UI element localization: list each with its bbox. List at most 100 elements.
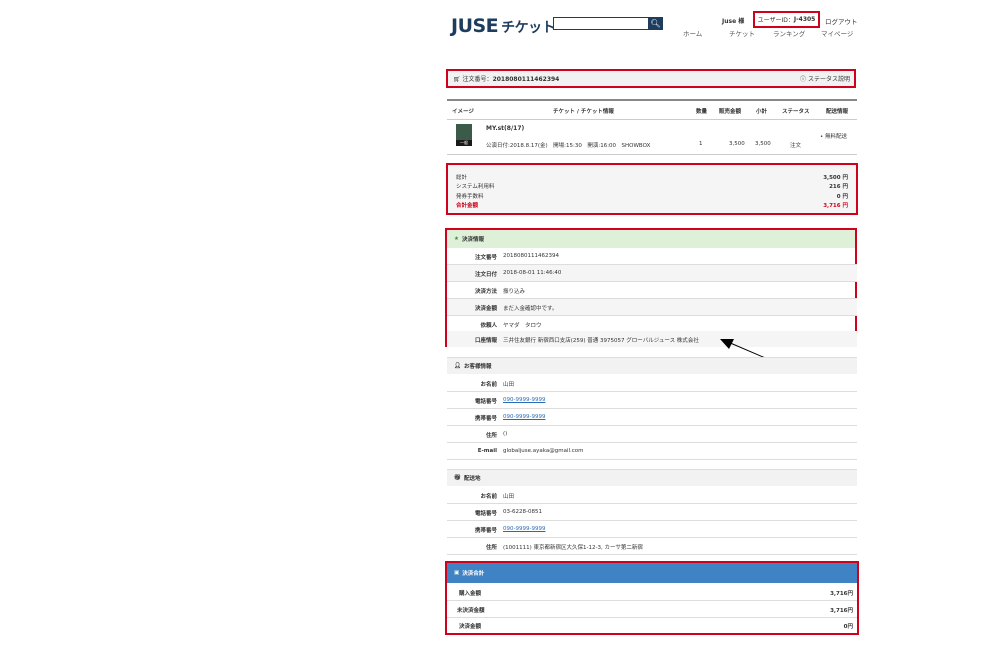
user-id-label: ユーザーID：: [757, 17, 794, 24]
row-value: まだ入金確認中です。: [503, 306, 558, 312]
payment-total-title: 決済合計: [462, 571, 485, 577]
ticket-fee-label: 発券手数料: [456, 194, 484, 200]
total-row: 総計 3,500 円: [456, 173, 848, 181]
row-value: 山田: [503, 494, 515, 500]
row-key: 携帯番号: [474, 416, 497, 422]
row-key: 決済金額: [474, 306, 497, 312]
delivery-row: 住所 (1001111) 東京都新宿区大久保1-12-3, カーサ第二新宿: [447, 538, 857, 555]
nav-mypage[interactable]: マイページ: [821, 28, 853, 38]
person-icon: 👤︎: [454, 363, 461, 369]
payment-row: 決済金額 まだ入金確認中です。: [447, 299, 857, 316]
ticket-fee-row: 発券手数料 0 円: [456, 192, 848, 200]
col-image: イメージ: [452, 109, 474, 115]
nav-ticket[interactable]: チケット: [729, 28, 755, 38]
magnifier-icon: 🔍︎: [650, 19, 661, 28]
nav-home[interactable]: ホーム: [683, 28, 702, 38]
row-key: 注文番号: [474, 255, 497, 261]
gift-icon: 🎁︎: [454, 475, 461, 481]
row-key: 電話番号: [474, 399, 497, 405]
total-label: 総計: [456, 175, 468, 181]
col-price: 販売金額: [719, 109, 742, 115]
payment-info-header: ★ 決済情報: [447, 230, 855, 248]
col-ticket: チケット / チケット情報: [553, 109, 614, 115]
row-value: (): [503, 431, 508, 437]
payment-row: 決済方法 振り込み: [447, 282, 857, 299]
row-value: 山田: [503, 382, 515, 388]
customer-row: 携帯番号 090-9999-9999: [447, 409, 857, 426]
logo-main: JUSE: [451, 15, 499, 37]
delivery-row: お名前 山田: [447, 487, 857, 504]
item-qty: 1: [699, 141, 703, 147]
payment-total-section: ▣ 決済合計 購入金額 3,716円 未決済金額 3,716円 決済金額 0円: [445, 561, 859, 635]
nav-ranking[interactable]: ランキング: [773, 28, 805, 38]
row-value: 3,716円: [830, 608, 853, 614]
order-item-row: 一般 MY.st(8/17) 公演日付:2018.8.17(金) 開場:15:3…: [447, 118, 857, 155]
item-title[interactable]: MY.st(8/17): [486, 125, 524, 132]
row-key: 携帯番号: [474, 528, 497, 534]
row-key: 注文日付: [474, 272, 497, 278]
row-value: (1001111) 東京都新宿区大久保1-12-3, カーサ第二新宿: [503, 545, 643, 551]
thumb-label: 一般: [456, 140, 472, 146]
mobile-link[interactable]: 090-9999-9999: [503, 414, 545, 420]
search-bar: 🔍︎: [553, 17, 663, 30]
info-icon: ⓘ: [800, 76, 807, 83]
row-key: 口座情報: [474, 338, 497, 344]
order-value: 2018080111462394: [492, 76, 560, 83]
item-detail: 公演日付:2018.8.17(金) 開場:15:30 開演:16:00 SHOW…: [486, 143, 651, 149]
col-qty: 数量: [696, 109, 708, 115]
totals-box: 総計 3,500 円 システム利用料 216 円 発券手数料 0 円 合計金額 3,71…: [446, 163, 858, 215]
grand-total-row: 合計金額 3,716 円: [456, 201, 848, 209]
status-help-link[interactable]: ⓘ ステータス説明: [800, 74, 850, 83]
payment-total-row: 決済金額 0円: [447, 617, 857, 633]
delivery-row: 携帯番号 090-9999-9999: [447, 521, 857, 538]
system-fee-row: システム利用料 216 円: [456, 182, 848, 190]
total-value: 3,500 円: [823, 175, 848, 181]
payment-row: 注文番号 2018080111462394: [447, 248, 857, 265]
payment-info-section: ★ 決済情報 注文番号 2018080111462394 注文日付 2018-08-0…: [445, 228, 857, 347]
row-value: 三井住友銀行 新宿西口支店(259) 普通 3975057 グローバルジュース …: [503, 338, 699, 344]
ticket-thumbnail[interactable]: 一般: [456, 124, 472, 146]
delivery-info-section: 🎁︎ 配送地 お名前 山田 電話番号 03-6228-0851 携帯番号 090-999…: [447, 469, 857, 555]
grand-total-value: 3,716 円: [823, 203, 848, 209]
payment-total-row: 未決済金額 3,716円: [447, 601, 857, 618]
row-value: 0円: [843, 624, 853, 630]
payment-total-header: ▣ 決済合計: [447, 563, 857, 583]
site-logo[interactable]: JUSE チケット: [451, 15, 556, 37]
payment-total-row: 購入金額 3,716円: [447, 584, 857, 601]
row-value: 3,716円: [830, 591, 853, 597]
row-key: 住所: [485, 433, 497, 439]
row-key: E-mail: [477, 448, 497, 454]
delivery-info-header: 🎁︎ 配送地: [447, 469, 857, 486]
row-value: 振り込み: [503, 289, 526, 295]
logout-link[interactable]: ログアウト: [825, 16, 858, 26]
customer-row: 住所 (): [447, 426, 857, 443]
money-icon: ▣: [454, 570, 460, 576]
row-key: お名前: [480, 494, 497, 500]
status-help-label: ステータス説明: [807, 76, 850, 83]
order-label: 注文番号：: [462, 76, 493, 83]
row-key: 電話番号: [474, 511, 497, 517]
row-value: 2018-08-01 11:46:40: [503, 270, 562, 276]
row-key: 購入金額: [459, 591, 482, 597]
payment-row: 口座情報 三井住友銀行 新宿西口支店(259) 普通 3975057 グローバルジ…: [447, 331, 857, 347]
delivery-info-title: 配送地: [463, 476, 481, 482]
order-number-bar: 🛒︎ 注文番号：2018080111462394 ⓘ ステータス説明: [446, 69, 856, 88]
search-button[interactable]: 🔍︎: [648, 17, 663, 30]
payment-info-title: 決済情報: [461, 237, 484, 243]
col-status: ステータス: [782, 109, 810, 115]
customer-row: お名前 山田: [447, 375, 857, 392]
row-value: ヤマダ タロウ: [503, 323, 542, 329]
logo-sub: チケット: [501, 20, 556, 36]
order-table-header: イメージ チケット / チケット情報 数量 販売金額 小計 ステータス 配送情報: [447, 99, 857, 120]
row-value: 2018080111462394: [503, 253, 559, 259]
user-id-value: J-4305: [793, 16, 816, 23]
payment-row: 注文日付 2018-08-01 11:46:40: [447, 265, 857, 282]
search-input[interactable]: [553, 17, 648, 30]
mobile-link[interactable]: 090-9999-9999: [503, 526, 545, 532]
col-delivery: 配送情報: [826, 109, 849, 115]
item-price: 3,500: [729, 141, 745, 147]
user-name: Juse 様: [722, 18, 745, 25]
customer-row: E-mail globaljuse.ayaka@gmail.com: [447, 443, 857, 460]
row-key: 決済方法: [474, 289, 497, 295]
phone-link[interactable]: 090-9999-9999: [503, 397, 545, 403]
